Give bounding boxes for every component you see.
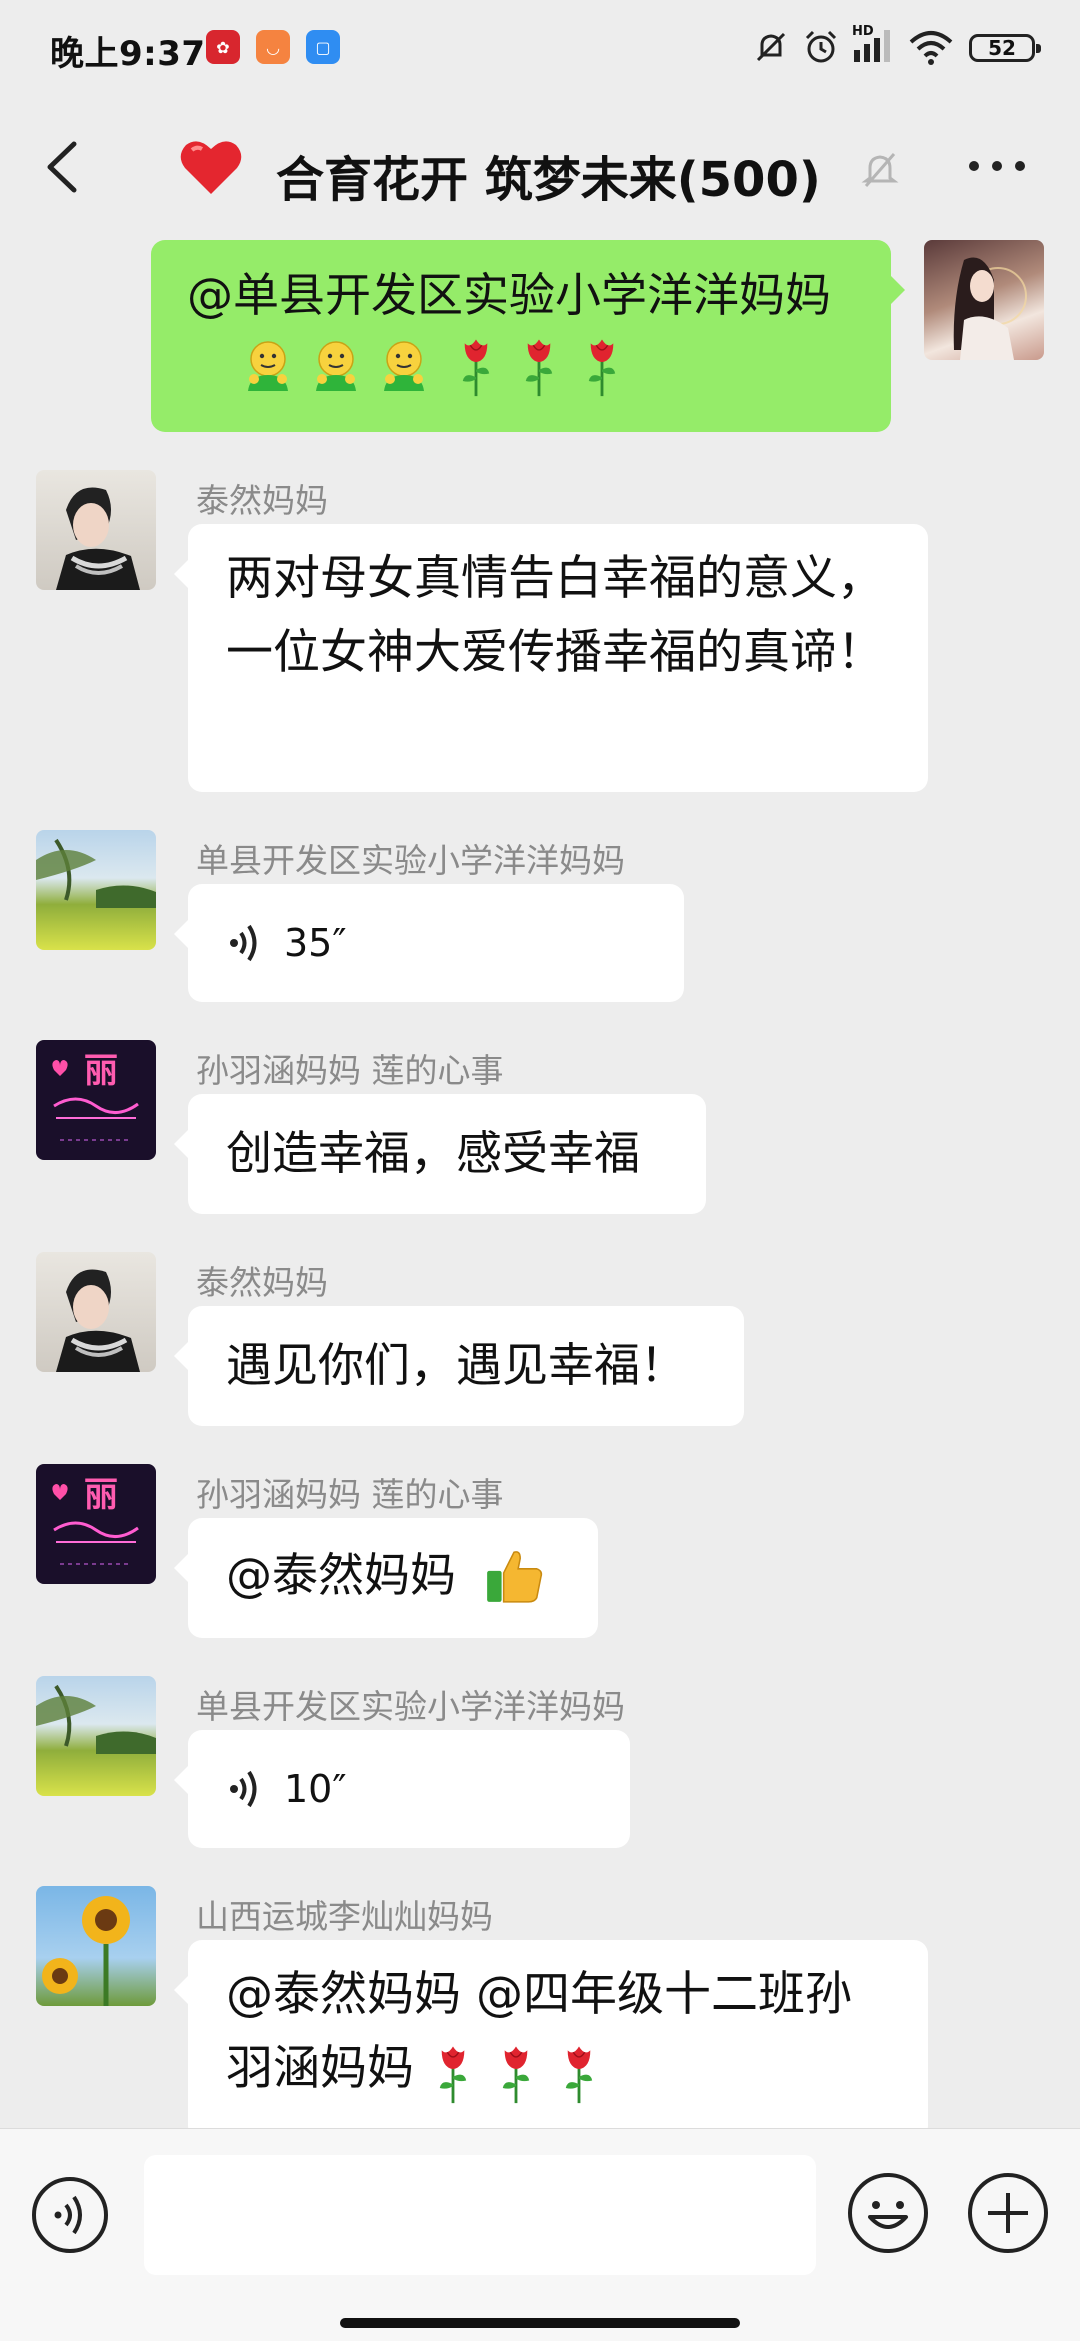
red-heart-icon (180, 141, 242, 194)
rose-emoji-icon (433, 2039, 473, 2105)
message-bubble[interactable]: @泰然妈妈 (174, 1518, 598, 1638)
sender-avatar[interactable] (36, 1676, 156, 1796)
voice-duration: 35″ (284, 921, 347, 965)
signal-icon: HD (852, 24, 898, 64)
chat-input-bar (0, 2128, 1080, 2341)
li-avatar-text: 丽 (84, 1475, 118, 1515)
sender-name: 孙羽涵妈妈 莲的心事 (196, 1475, 504, 1514)
voice-wave-icon (230, 924, 257, 962)
sender-name: 单县开发区实验小学洋洋妈妈 (196, 1687, 625, 1726)
message-bubble[interactable]: 创造幸福，感受幸福 (174, 1094, 706, 1214)
rose-emoji-icon (496, 2039, 536, 2105)
voice-wave-icon (230, 1770, 257, 1808)
voice-duration: 10″ (284, 1767, 347, 1811)
message-text: @泰然妈妈 (226, 1548, 456, 1602)
chat-header: 合育花开 筑梦未来(500) (0, 96, 1080, 244)
voice-message[interactable]: 35″ (174, 884, 684, 1002)
chat-title: 合育花开 筑梦未来(500) (276, 152, 821, 208)
wifi-icon (909, 31, 953, 65)
notification-off-icon (756, 32, 786, 62)
sender-name: 单县开发区实验小学洋洋妈妈 (196, 841, 625, 880)
sender-name: 泰然妈妈 (196, 1263, 328, 1302)
sender-avatar[interactable] (36, 1252, 156, 1372)
rose-emoji-icon (519, 332, 559, 398)
message-bubble[interactable]: @泰然妈妈 @四年级十二班孙羽涵妈妈 (174, 1940, 928, 2140)
sender-avatar[interactable] (36, 1886, 156, 2006)
message-text: 遇见你们，遇见幸福！ (226, 1338, 686, 1392)
sender-avatar[interactable] (36, 830, 156, 950)
message-text: @泰然妈妈 @四年级十二班孙羽涵妈妈 (226, 1967, 852, 2096)
sender-name: 泰然妈妈 (196, 481, 328, 520)
app-orange-icon: ◡ (256, 30, 290, 64)
self-avatar[interactable] (924, 240, 1044, 360)
thumbs-up-emoji-icon (483, 1544, 545, 1606)
alarm-icon (805, 30, 837, 63)
battery-indicator: 52 (969, 34, 1041, 62)
sender-avatar[interactable]: 丽 (36, 1040, 156, 1160)
message-text: 创造幸福，感受幸福 (226, 1126, 640, 1180)
smile-emoji-icon (238, 335, 298, 395)
message-bubble[interactable]: 遇见你们，遇见幸福！ (174, 1306, 744, 1426)
bell-off-icon (861, 153, 899, 187)
status-time: 晚上9:37 (50, 34, 206, 74)
status-bar: 晚上9:37 ✿ ◡ ▢ HD 52 (0, 0, 1080, 96)
message-bubble[interactable]: 两对母女真情告白幸福的意义，一位女神大爱传播幸福的真谛！ (174, 524, 928, 792)
message-bubble-self[interactable]: @单县开发区实验小学洋洋妈妈 妈 (151, 240, 905, 432)
more-dots-icon[interactable] (962, 146, 1032, 186)
app-red-icon: ✿ (206, 30, 240, 64)
sender-avatar[interactable]: 丽 (36, 1464, 156, 1584)
smile-emoji-icon (306, 335, 366, 395)
rose-emoji-icon (559, 2039, 599, 2105)
message-input[interactable] (144, 2155, 816, 2275)
home-indicator[interactable] (340, 2318, 740, 2328)
voice-mode-icon[interactable] (30, 2175, 110, 2255)
sender-name: 孙羽涵妈妈 莲的心事 (196, 1051, 504, 1090)
app-blue-icon: ▢ (306, 30, 340, 64)
message-text: @单县开发区实验小学洋洋妈妈 (187, 268, 831, 322)
smile-emoji-icon (374, 335, 434, 395)
li-avatar-text: 丽 (84, 1051, 118, 1091)
sender-name: 山西运城李灿灿妈妈 (196, 1897, 493, 1936)
plus-circle-icon[interactable] (966, 2171, 1050, 2255)
emoji-face-icon[interactable] (846, 2171, 930, 2255)
rose-emoji-icon (456, 332, 496, 398)
sender-avatar[interactable] (36, 470, 156, 590)
message-text: 两对母女真情告白幸福的意义，一位女神大爱传播幸福的真谛！ (226, 551, 884, 680)
rose-emoji-icon (582, 332, 622, 398)
voice-message[interactable]: 10″ (174, 1730, 630, 1848)
back-arrow-icon[interactable] (36, 134, 96, 200)
